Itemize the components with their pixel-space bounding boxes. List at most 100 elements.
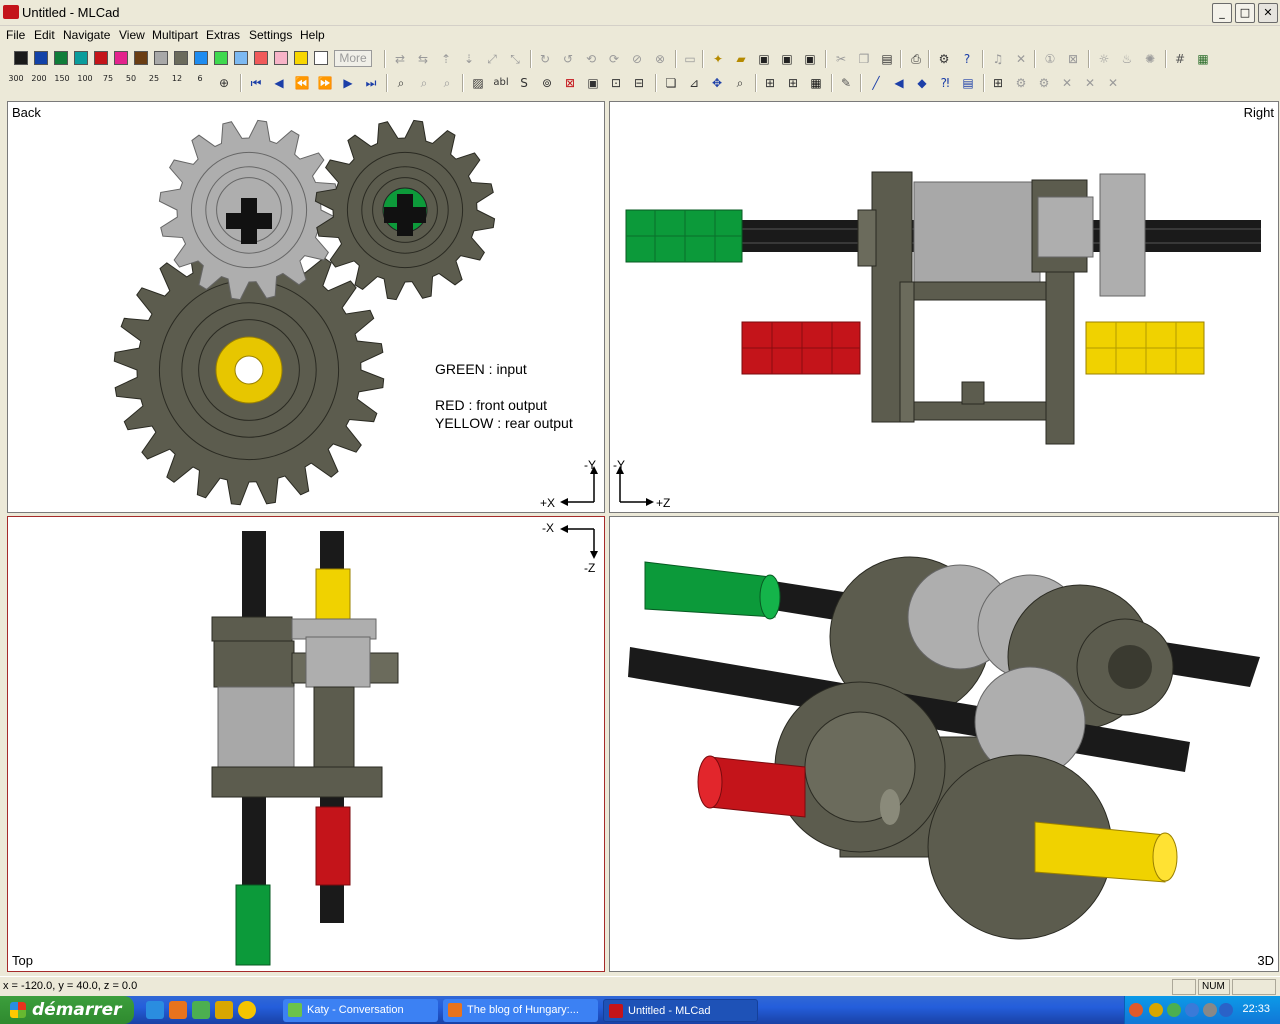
comment-icon[interactable]: abl — [493, 75, 509, 91]
remove-icon[interactable]: ✕ — [1059, 75, 1075, 91]
settings-icon[interactable]: ⚙ — [936, 51, 952, 67]
remove-all-icon[interactable]: ✕ — [1082, 75, 1098, 91]
maximize-button[interactable]: □ — [1235, 3, 1255, 23]
next-step-icon[interactable]: ▶ — [340, 75, 356, 91]
clear-icon[interactable]: ⊠ — [562, 75, 578, 91]
rewind-icon[interactable]: ⏪ — [294, 75, 310, 91]
color-swatch[interactable] — [274, 51, 288, 65]
rotate-left-icon[interactable]: ⇄ — [392, 51, 408, 67]
tray-network-icon[interactable] — [1185, 1003, 1199, 1017]
more-colors-button[interactable]: More — [334, 50, 372, 67]
messenger-icon[interactable] — [192, 1001, 210, 1019]
bell-icon[interactable]: ♫ — [990, 51, 1006, 67]
task-mlcad[interactable]: Untitled - MLCad — [603, 999, 758, 1022]
task-blog-hungary[interactable]: The blog of Hungary:... — [443, 999, 598, 1022]
zoom-fit-icon[interactable]: ⊕ — [216, 75, 232, 91]
add-part-icon[interactable]: ▨ — [470, 75, 486, 91]
render-3d-icon[interactable]: ▦ — [1195, 51, 1211, 67]
zoom-75-button[interactable]: 75 — [98, 75, 118, 91]
color-swatch[interactable] — [254, 51, 268, 65]
save-all-icon[interactable]: ▣ — [802, 51, 818, 67]
tray-pencil-icon[interactable] — [1149, 1003, 1163, 1017]
task-katy-conversation[interactable]: Katy - Conversation — [283, 999, 438, 1022]
color-swatch[interactable] — [174, 51, 188, 65]
viewport-right[interactable]: Right -Y +Z — [609, 101, 1279, 513]
help-context-icon[interactable]: ? — [959, 51, 975, 67]
color-swatch[interactable] — [294, 51, 308, 65]
triangle-icon[interactable]: ◀ — [891, 75, 907, 91]
buffer-icon[interactable]: ⊡ — [608, 75, 624, 91]
ie-icon[interactable] — [146, 1001, 164, 1019]
grid-icon[interactable]: # — [1172, 51, 1188, 67]
hierarchy-icon[interactable]: ⊞ — [990, 75, 1006, 91]
grid-fine-icon[interactable]: ⊞ — [785, 75, 801, 91]
color-swatch[interactable] — [214, 51, 228, 65]
color-swatch[interactable] — [314, 51, 328, 65]
render-icon[interactable]: ✺ — [1142, 51, 1158, 67]
find-prev-icon[interactable]: ⌕ — [439, 75, 455, 91]
color-swatch[interactable] — [234, 51, 248, 65]
zoom-50-button[interactable]: 50 — [121, 75, 141, 91]
last-step-icon[interactable]: ⏭ — [363, 75, 379, 91]
move-x-icon[interactable]: ⇆ — [415, 51, 431, 67]
quad-icon[interactable]: ◆ — [914, 75, 930, 91]
replace-icon[interactable]: ⚙ — [1036, 75, 1052, 91]
menu-extras[interactable]: Extras — [206, 28, 240, 42]
delete-step-icon[interactable]: ✕ — [1013, 51, 1029, 67]
start-button[interactable]: démarrer — [0, 996, 134, 1024]
color-swatch[interactable] — [34, 51, 48, 65]
menu-file[interactable]: File — [6, 28, 25, 42]
color-swatch[interactable] — [114, 51, 128, 65]
move-down-icon[interactable]: ⇣ — [461, 51, 477, 67]
menu-settings[interactable]: Settings — [249, 28, 292, 42]
tray-security-icon[interactable] — [1219, 1003, 1233, 1017]
rotate-z-icon[interactable]: ⟲ — [583, 51, 599, 67]
tray-messenger-icon[interactable] — [1167, 1003, 1181, 1017]
tray-volume-icon[interactable] — [1203, 1003, 1217, 1017]
smiley-icon[interactable] — [238, 1001, 256, 1019]
color-swatch[interactable] — [134, 51, 148, 65]
background-icon[interactable]: ▣ — [585, 75, 601, 91]
color-swatch[interactable] — [194, 51, 208, 65]
step-icon[interactable]: ① — [1042, 51, 1058, 67]
copy-icon[interactable]: ❐ — [856, 51, 872, 67]
menu-help[interactable]: Help — [300, 28, 325, 42]
line-icon[interactable]: ╱ — [868, 75, 884, 91]
grid-coarse-icon[interactable]: ▦ — [808, 75, 824, 91]
ghost-icon[interactable]: ⊟ — [631, 75, 647, 91]
menu-edit[interactable]: Edit — [34, 28, 55, 42]
first-step-icon[interactable]: ⏮ — [248, 75, 264, 91]
prev-step-icon[interactable]: ◀ — [271, 75, 287, 91]
step-marker-icon[interactable]: S — [516, 75, 532, 91]
open-folder-icon[interactable]: ▰ — [733, 51, 749, 67]
move-diag2-icon[interactable]: ⤡ — [507, 51, 523, 67]
color-swatch[interactable] — [94, 51, 108, 65]
viewport-back[interactable]: Back -Y +X GREEN : input RED : front out… — [7, 101, 605, 513]
zoom-300-button[interactable]: 300 — [6, 75, 26, 91]
align-icon[interactable]: ⊿ — [686, 75, 702, 91]
group-icon[interactable]: ❏ — [663, 75, 679, 91]
zoom-area-icon[interactable]: ⌕ — [732, 75, 748, 91]
edit-line-icon[interactable]: ✎ — [838, 75, 854, 91]
new-file-icon[interactable]: ✦ — [710, 51, 726, 67]
zoom-12-button[interactable]: 12 — [167, 75, 187, 91]
save-icon[interactable]: ▣ — [756, 51, 772, 67]
menu-navigate[interactable]: Navigate — [63, 28, 110, 42]
close-button[interactable]: ✕ — [1258, 3, 1278, 23]
keyboard-icon[interactable]: ▭ — [682, 51, 698, 67]
rotate-neg-icon[interactable]: ⟳ — [606, 51, 622, 67]
viewport-3d[interactable]: 3D — [609, 516, 1279, 972]
tray-arrow-icon[interactable] — [1129, 1003, 1143, 1017]
rotate-free-icon[interactable]: ⊘ — [629, 51, 645, 67]
fast-forward-icon[interactable]: ⏩ — [317, 75, 333, 91]
zoom-100-button[interactable]: 100 — [75, 75, 95, 91]
bulb-icon[interactable]: ♨ — [1119, 51, 1135, 67]
menu-multipart[interactable]: Multipart — [152, 28, 198, 42]
move-icon[interactable]: ✥ — [709, 75, 725, 91]
save-as-icon[interactable]: ▣ — [779, 51, 795, 67]
rotation-step-icon[interactable]: ⊚ — [539, 75, 555, 91]
rotate-y-icon[interactable]: ↺ — [560, 51, 576, 67]
color-swatch[interactable] — [74, 51, 88, 65]
remove-group-icon[interactable]: ✕ — [1105, 75, 1121, 91]
rotate-x-icon[interactable]: ↻ — [537, 51, 553, 67]
